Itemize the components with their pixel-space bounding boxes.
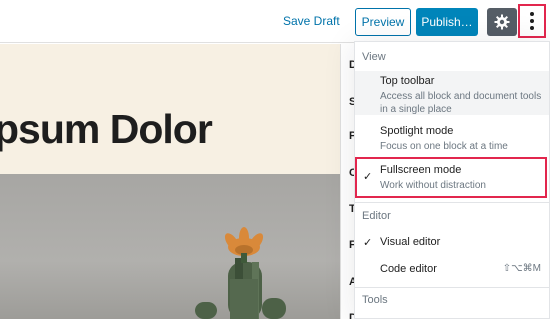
menu-item-title: Code editor — [380, 263, 437, 275]
menu-item-title: Spotlight mode — [380, 125, 454, 137]
post-title[interactable]: psum Dolor — [0, 106, 213, 153]
menu-item-visual-editor[interactable]: ✓ Visual editor — [355, 230, 549, 256]
gear-icon — [494, 14, 510, 30]
cactus-image[interactable] — [0, 174, 340, 319]
menu-item-title: Visual editor — [380, 236, 441, 248]
menu-item-code-editor[interactable]: Code editor ⇧⌥⌘M — [355, 256, 549, 282]
menu-separator — [355, 202, 549, 203]
editor-canvas: psum Dolor — [0, 44, 340, 319]
menu-item-top-toolbar[interactable]: Top toolbar Access all block and documen… — [355, 71, 549, 115]
menu-item-spotlight-mode[interactable]: Spotlight mode Focus on one block at a t… — [355, 121, 549, 153]
keyboard-shortcut: ⇧⌥⌘M — [502, 263, 541, 274]
settings-button[interactable] — [487, 8, 517, 36]
editor-group-label: Editor — [362, 210, 391, 222]
menu-separator — [355, 287, 549, 288]
checkmark-icon: ✓ — [363, 237, 373, 249]
publish-button[interactable]: Publish… — [416, 8, 478, 36]
save-draft-button[interactable]: Save Draft — [283, 14, 340, 28]
view-group-label: View — [362, 51, 386, 63]
menu-item-title: Top toolbar — [380, 75, 435, 87]
preview-button[interactable]: Preview — [355, 8, 411, 36]
tools-group-label: Tools — [362, 294, 388, 306]
editor-top-toolbar: Save Draft Preview Publish… — [0, 0, 550, 43]
menu-item-description: Focus on one block at a time — [380, 141, 508, 152]
cover-block[interactable]: psum Dolor — [0, 44, 340, 174]
fullscreen-mode-highlight — [355, 157, 547, 198]
more-tools-button[interactable] — [518, 4, 546, 38]
menu-item-description: Access all block and document tools in a… — [380, 91, 542, 115]
